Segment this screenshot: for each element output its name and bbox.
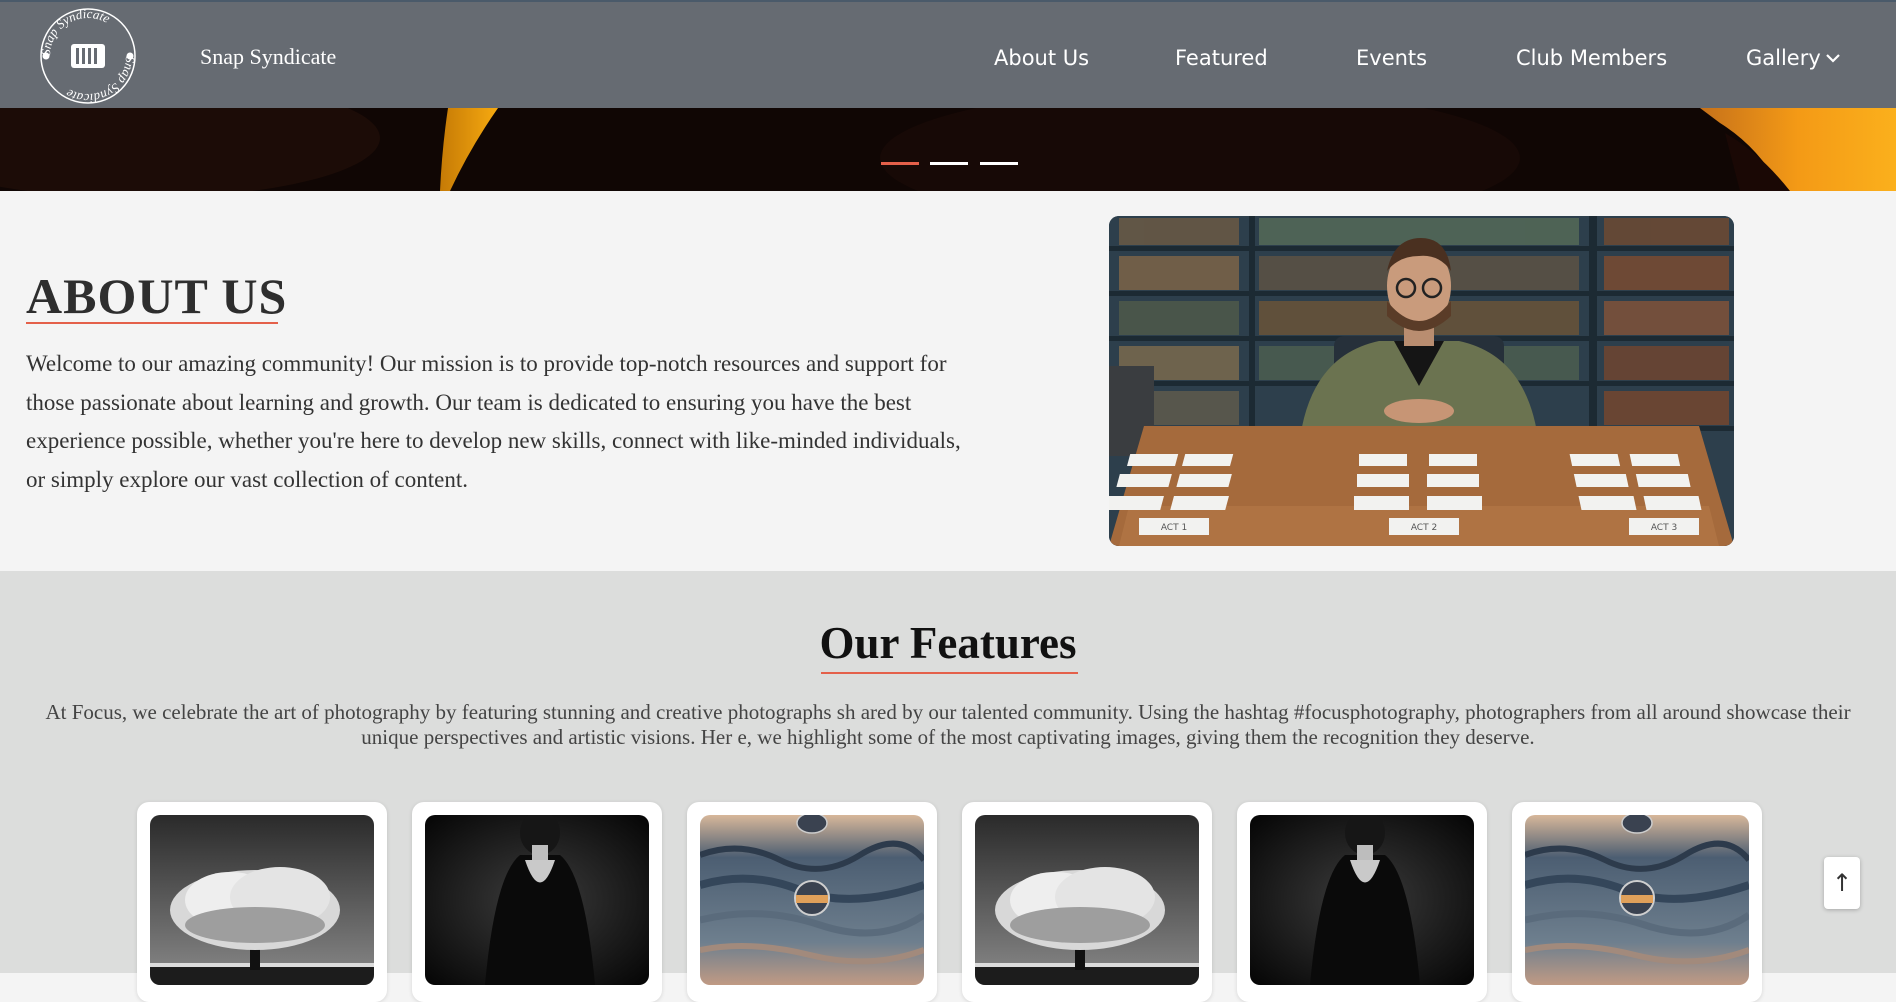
nav-club-members[interactable]: Club Members [1516,46,1667,70]
man-at-table-image: ACT 1 ACT 2 ACT 3 [1109,216,1734,546]
svg-text:ACT 3: ACT 3 [1651,523,1677,533]
about-text: Welcome to our amazing community! Our mi… [26,351,961,492]
features-title-underline [821,672,1078,674]
nav-gallery-label: Gallery [1746,46,1821,70]
woman-portrait-photo [1250,815,1474,985]
tree-photo [150,815,374,985]
nav-events[interactable]: Events [1356,46,1427,70]
nav-gallery[interactable]: Gallery [1746,46,1841,70]
hero-image [0,108,1896,191]
scroll-to-top-button[interactable]: ↑ [1824,857,1860,909]
features-text: At Focus, we celebrate the art of photog… [45,700,1851,749]
tree-photo [975,815,1199,985]
about-title-underline [26,322,278,324]
feature-card-1[interactable] [137,802,387,1002]
camera-logo-icon: Snap Syndicate Snap Syndicate [38,6,138,106]
slider-dot-1[interactable] [881,162,919,165]
waves-crystal-ball-photo [700,815,924,985]
svg-text:ACT 2: ACT 2 [1411,523,1437,533]
slider-dot-3[interactable] [980,162,1018,165]
woman-portrait-photo [425,815,649,985]
brand-name[interactable]: Snap Syndicate [200,44,336,70]
svg-text:ACT 1: ACT 1 [1161,523,1187,533]
feature-card-5[interactable] [1237,802,1487,1002]
features-section: Our Features At Focus, we celebrate the … [0,571,1896,1002]
feature-card-2[interactable] [412,802,662,1002]
arrow-up-icon: ↑ [1831,869,1853,897]
waves-crystal-ball-photo [1525,815,1749,985]
feature-card-4[interactable] [962,802,1212,1002]
chevron-down-icon [1826,54,1840,63]
logo[interactable]: Snap Syndicate Snap Syndicate [38,6,138,106]
about-photo: ACT 1 ACT 2 ACT 3 [1109,216,1734,546]
slider-dot-2[interactable] [930,162,968,165]
about-title: ABOUT US [26,268,288,324]
feature-card-6[interactable] [1512,802,1762,1002]
navbar: Snap Syndicate Snap Syndicate Snap Syndi… [0,0,1896,108]
about-section: ABOUT US Welcome to our amazing communit… [0,191,1896,571]
features-title: Our Features [819,618,1077,668]
hero-slider [0,108,1896,191]
feature-card-3[interactable] [687,802,937,1002]
nav-featured[interactable]: Featured [1175,46,1268,70]
nav-about-us[interactable]: About Us [994,46,1089,70]
